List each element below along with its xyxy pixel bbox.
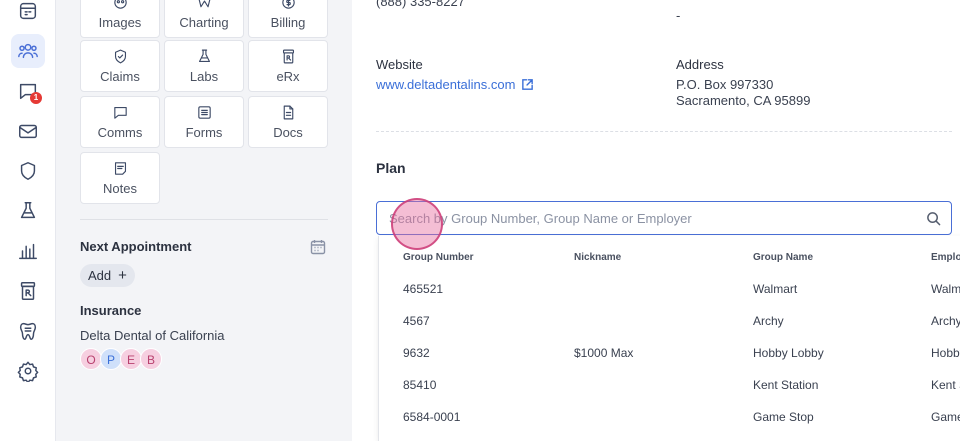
insurance-chip[interactable]: E bbox=[120, 348, 142, 370]
cell-group-number: 465521 bbox=[403, 282, 444, 296]
fax-value: - bbox=[676, 8, 681, 23]
cell-group-name: Archy bbox=[753, 314, 784, 328]
plan-search-input[interactable] bbox=[377, 202, 907, 234]
schedule-icon[interactable] bbox=[11, 0, 45, 28]
cell-group-name: Game Stop bbox=[753, 410, 814, 424]
tile-charting[interactable]: Charting bbox=[164, 0, 244, 38]
claims-shield-icon bbox=[114, 49, 126, 64]
tile-label: eRx bbox=[276, 69, 300, 84]
plan-title: Plan bbox=[376, 160, 406, 176]
tooth-icon[interactable] bbox=[11, 314, 45, 348]
settings-icon[interactable] bbox=[11, 354, 45, 388]
column-header-employer: Employer bbox=[931, 252, 960, 263]
phone-value: (888) 335-8227 bbox=[376, 0, 465, 9]
insurance-chip[interactable]: P bbox=[100, 348, 122, 370]
cell-group-name: Walmart bbox=[753, 282, 798, 296]
cell-employer: Walmart bbox=[931, 282, 960, 296]
address-line-2: Sacramento, CA 95899 bbox=[676, 93, 811, 108]
click-indicator bbox=[391, 198, 443, 250]
tile-notes[interactable]: Notes bbox=[80, 152, 160, 204]
search-icon[interactable] bbox=[926, 211, 941, 226]
insurance-title: Insurance bbox=[80, 303, 142, 318]
tile-claims[interactable]: Claims bbox=[80, 40, 160, 92]
comms-icon bbox=[113, 106, 127, 119]
cell-group-name: Hobby Lobby bbox=[753, 346, 824, 360]
tile-label: Billing bbox=[270, 15, 306, 30]
patients-icon[interactable] bbox=[11, 34, 45, 68]
labs-flask-icon bbox=[198, 49, 210, 63]
insurance-chip[interactable]: O bbox=[80, 348, 102, 370]
patient-side-panel: Images Charting Billing Claims Labs eRx … bbox=[56, 0, 352, 441]
docs-icon bbox=[283, 105, 293, 120]
rx-icon[interactable] bbox=[11, 274, 45, 308]
section-divider bbox=[376, 131, 952, 132]
plan-results-dropdown: Group Number Nickname Group Name Employe… bbox=[378, 236, 960, 441]
cell-nickname: $1000 Max bbox=[574, 346, 634, 360]
cell-group-name: Kent Station bbox=[753, 378, 819, 392]
cell-group-number: 4567 bbox=[403, 314, 430, 328]
analytics-icon[interactable] bbox=[11, 234, 45, 268]
column-header-group-number: Group Number bbox=[403, 252, 474, 263]
address-label: Address bbox=[676, 57, 724, 72]
insurance-carrier-name: Delta Dental of California bbox=[80, 328, 225, 343]
insurance-chip[interactable]: B bbox=[140, 348, 162, 370]
tile-docs[interactable]: Docs bbox=[248, 96, 328, 148]
tile-label: Claims bbox=[100, 69, 140, 84]
tile-label: Images bbox=[98, 15, 142, 30]
notes-icon bbox=[114, 162, 126, 175]
tile-label: Notes bbox=[103, 181, 137, 196]
images-icon bbox=[113, 0, 127, 9]
tile-label: Docs bbox=[273, 125, 303, 140]
cell-group-number: 9632 bbox=[403, 346, 430, 360]
website-url: www.deltadentalins.com bbox=[376, 77, 516, 92]
add-label: Add bbox=[88, 268, 112, 283]
address-line-1: P.O. Box 997330 bbox=[676, 77, 774, 92]
tile-images[interactable]: Images bbox=[80, 0, 160, 38]
column-header-nickname: Nickname bbox=[574, 252, 622, 263]
add-appointment-button[interactable]: Add + bbox=[80, 264, 135, 287]
plan-search-box[interactable] bbox=[376, 201, 952, 235]
section-divider bbox=[80, 219, 328, 220]
calendar-icon[interactable] bbox=[310, 239, 326, 255]
tile-billing[interactable]: Billing bbox=[248, 0, 328, 38]
tile-erx[interactable]: eRx bbox=[248, 40, 328, 92]
erx-icon bbox=[282, 49, 294, 64]
website-label: Website bbox=[376, 57, 423, 72]
website-link[interactable]: www.deltadentalins.com bbox=[376, 77, 534, 92]
tile-forms[interactable]: Forms bbox=[164, 96, 244, 148]
billing-icon bbox=[281, 0, 295, 9]
external-link-icon bbox=[522, 79, 534, 90]
cell-employer: Hobby Lobby bbox=[931, 346, 960, 360]
tile-label: Forms bbox=[185, 125, 223, 140]
tile-labs[interactable]: Labs bbox=[164, 40, 244, 92]
flask-icon[interactable] bbox=[11, 194, 45, 228]
unread-badge: 1 bbox=[30, 92, 42, 104]
cell-employer: Archy bbox=[931, 314, 960, 328]
forms-icon bbox=[197, 106, 211, 119]
cell-group-number: 85410 bbox=[403, 378, 437, 392]
tile-comms[interactable]: Comms bbox=[80, 96, 160, 148]
tile-label: Charting bbox=[179, 15, 229, 30]
tile-label: Labs bbox=[189, 69, 219, 84]
mail-icon[interactable] bbox=[11, 114, 45, 148]
nav-rail: 1 bbox=[0, 0, 56, 441]
cell-group-number: 6584-0001 bbox=[403, 410, 461, 424]
plus-icon: + bbox=[118, 267, 127, 284]
cell-employer: Game Stop bbox=[931, 410, 960, 424]
tile-label: Comms bbox=[97, 125, 143, 140]
shield-icon[interactable] bbox=[11, 154, 45, 188]
column-header-group-name: Group Name bbox=[753, 252, 814, 263]
insurance-detail-panel: (888) 335-8227 - Website www.deltadental… bbox=[352, 0, 960, 441]
messages-icon[interactable]: 1 bbox=[11, 74, 45, 108]
cell-employer: Kent Station bbox=[931, 378, 960, 392]
charting-icon bbox=[198, 0, 210, 8]
next-appointment-title: Next Appointment bbox=[80, 239, 192, 254]
